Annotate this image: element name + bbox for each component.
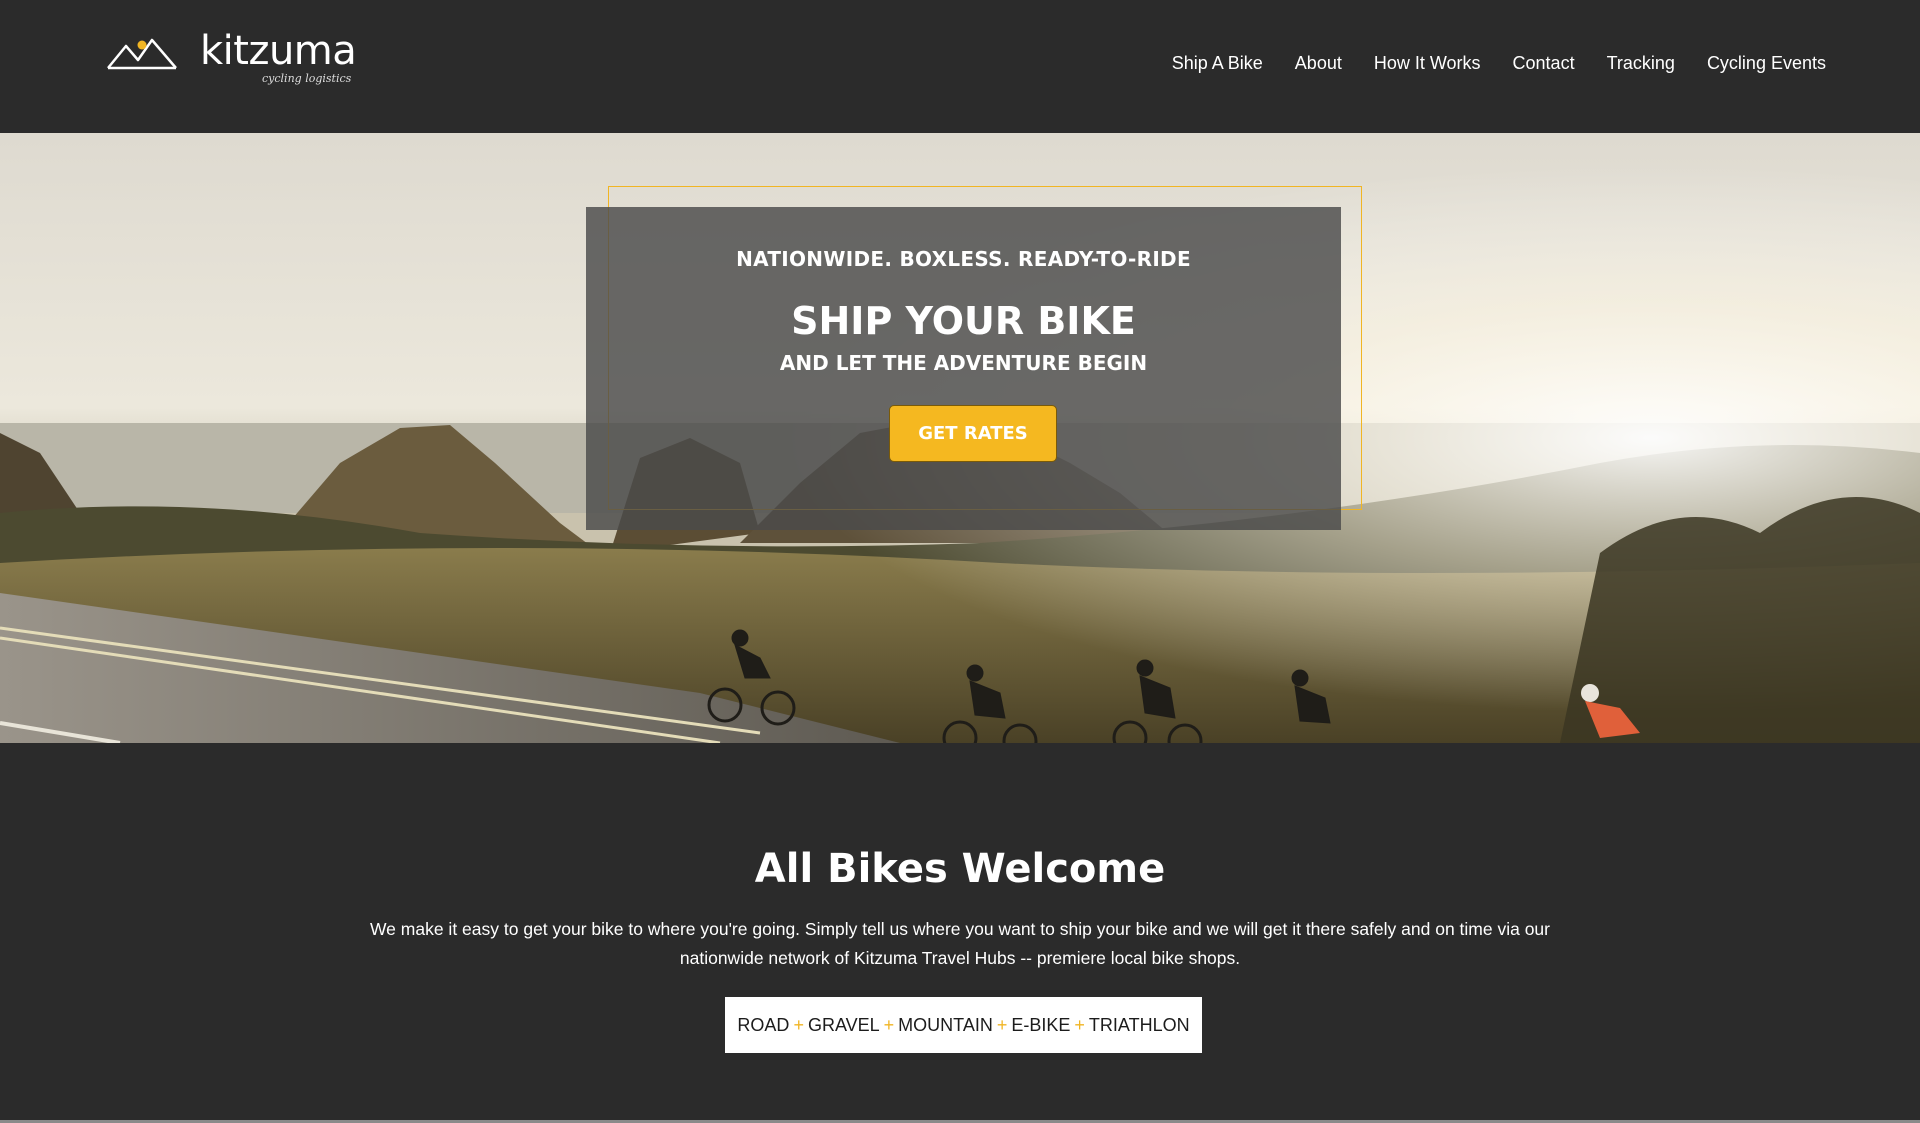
bike-type-triathlon: TRIATHLON — [1088, 1014, 1190, 1035]
logo[interactable]: kitzuma cycling logistics — [106, 28, 357, 90]
plus-separator: + — [1074, 1014, 1085, 1035]
get-rates-button[interactable]: GET RATES — [889, 405, 1057, 462]
main-nav: Ship A Bike About How It Works Contact T… — [1172, 0, 1826, 126]
nav-how-it-works[interactable]: How It Works — [1374, 53, 1481, 74]
bike-type-road: ROAD — [737, 1014, 790, 1035]
hero-title: SHIP YOUR BIKE — [791, 299, 1136, 343]
welcome-section: All Bikes Welcome We make it easy to get… — [0, 743, 1920, 1123]
welcome-title: All Bikes Welcome — [754, 846, 1166, 892]
hero-overlay-box: NATIONWIDE. BOXLESS. READY-TO-RIDE SHIP … — [586, 207, 1341, 530]
nav-tracking[interactable]: Tracking — [1607, 53, 1675, 74]
nav-cycling-events[interactable]: Cycling Events — [1707, 53, 1826, 74]
bike-type-gravel: GRAVEL — [807, 1014, 880, 1035]
hero-section: NATIONWIDE. BOXLESS. READY-TO-RIDE SHIP … — [0, 133, 1920, 743]
nav-about[interactable]: About — [1295, 53, 1342, 74]
nav-ship-a-bike[interactable]: Ship A Bike — [1172, 53, 1263, 74]
bike-type-ebike: E-BIKE — [1011, 1014, 1071, 1035]
hero-kicker: NATIONWIDE. BOXLESS. READY-TO-RIDE — [736, 247, 1191, 271]
bike-type-mountain: MOUNTAIN — [898, 1014, 993, 1035]
site-header: kitzuma cycling logistics Ship A Bike Ab… — [0, 0, 1920, 133]
logo-tagline: cycling logistics — [262, 72, 352, 85]
bike-types-box: ROAD + GRAVEL + MOUNTAIN + E-BIKE + TRIA… — [725, 997, 1202, 1053]
welcome-body: We make it easy to get your bike to wher… — [369, 919, 1550, 968]
plus-separator: + — [793, 1014, 804, 1035]
hero-subtitle: AND LET THE ADVENTURE BEGIN — [779, 351, 1148, 375]
plus-separator: + — [883, 1014, 895, 1035]
plus-separator: + — [996, 1014, 1008, 1035]
logo-wordmark: kitzuma — [200, 28, 357, 74]
nav-contact[interactable]: Contact — [1513, 53, 1575, 74]
mountain-logo-icon — [107, 38, 177, 70]
